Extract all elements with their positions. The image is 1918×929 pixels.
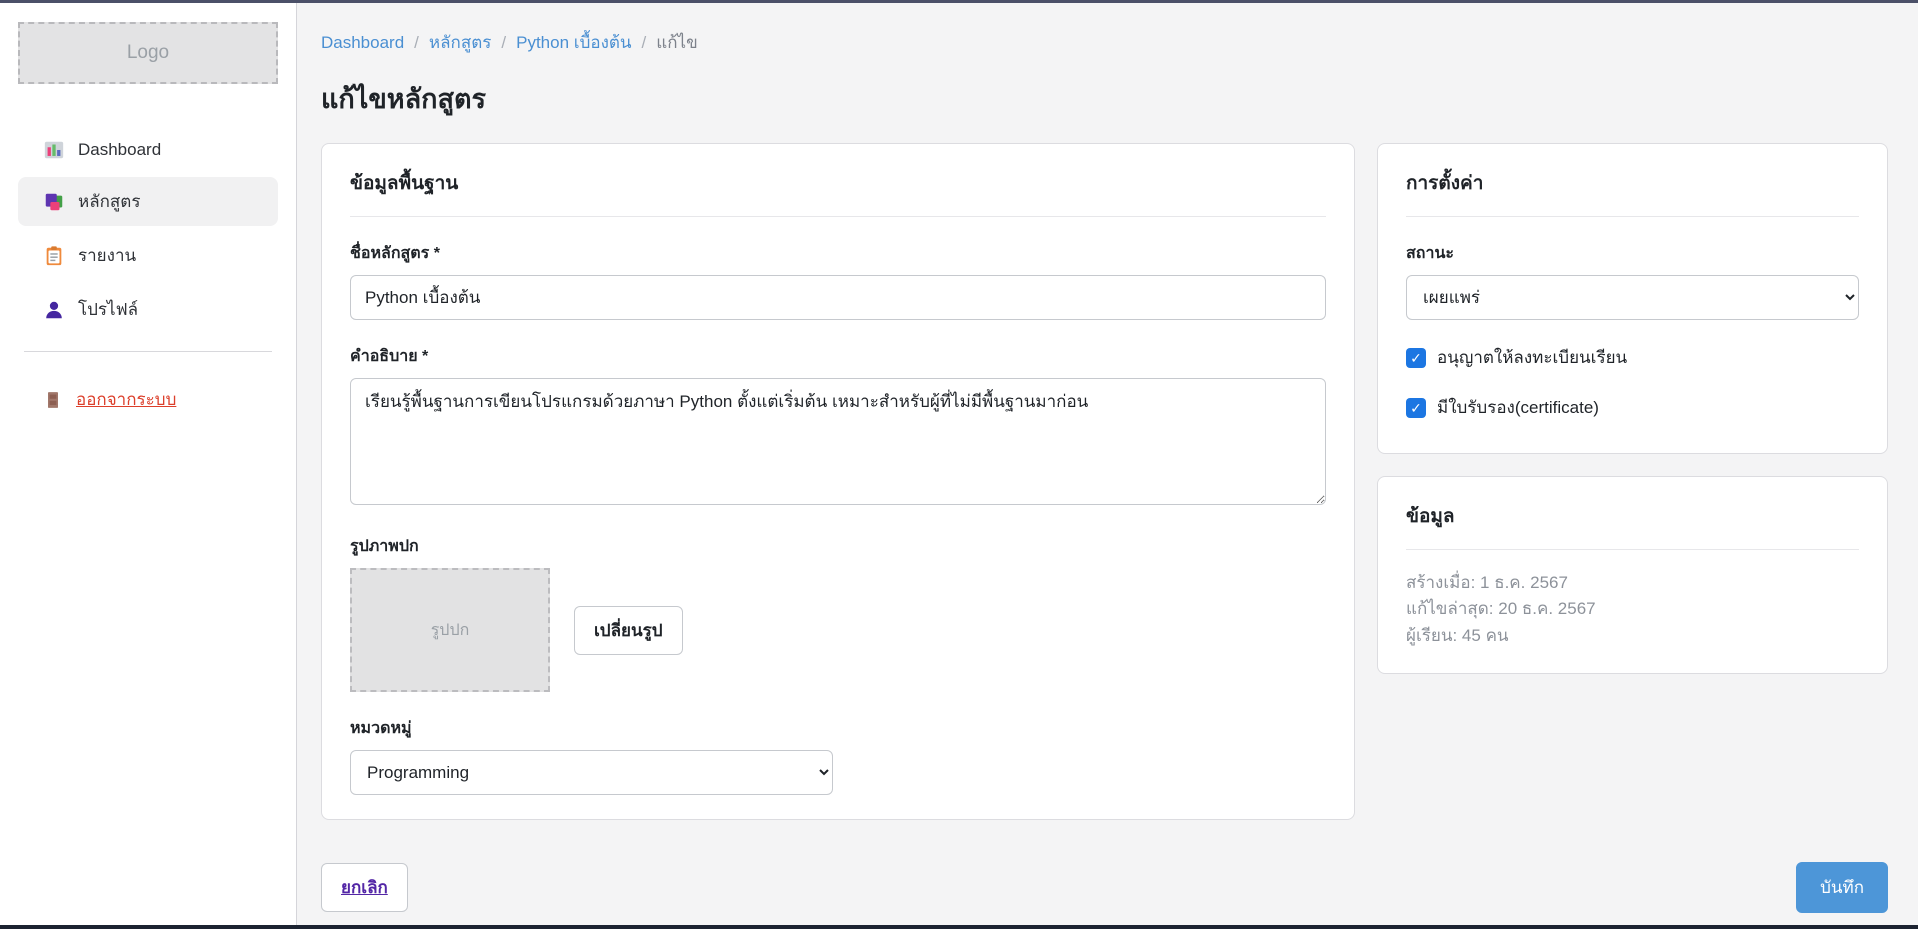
category-select[interactable]: Programming	[350, 750, 833, 795]
content-columns: ข้อมูลพื้นฐาน ชื่อหลักสูตร * คำอธิบาย * …	[321, 143, 1888, 820]
card-divider	[350, 216, 1326, 217]
sidebar-item-courses[interactable]: หลักสูตร	[18, 177, 278, 226]
sidebar-divider	[24, 351, 272, 352]
checkbox-checked-icon[interactable]	[1406, 398, 1426, 418]
logo-placeholder: Logo	[18, 22, 278, 84]
door-icon	[43, 390, 63, 410]
last-edited-text: แก้ไขล่าสุด: 20 ธ.ค. 2567	[1406, 596, 1859, 622]
sidebar-item-profile[interactable]: โปรไฟล์	[18, 285, 278, 334]
sidebar-item-reports[interactable]: รายงาน	[18, 231, 278, 280]
course-name-input[interactable]	[350, 275, 1326, 320]
cover-image-label: รูปภาพปก	[350, 534, 1326, 559]
info-card-title: ข้อมูล	[1406, 501, 1859, 531]
description-field-group: คำอธิบาย * เรียนรู้พื้นฐานการเขียนโปรแกร…	[350, 344, 1326, 510]
books-icon	[43, 191, 65, 213]
breadcrumb-dashboard[interactable]: Dashboard	[321, 33, 404, 53]
save-button[interactable]: บันทึก	[1796, 862, 1888, 913]
settings-card: การตั้งค่า สถานะ เผยแพร่ อนุญาตให้ลงทะเบ…	[1377, 143, 1888, 454]
right-column: การตั้งค่า สถานะ เผยแพร่ อนุญาตให้ลงทะเบ…	[1377, 143, 1888, 674]
sidebar-item-label: หลักสูตร	[78, 188, 140, 215]
card-divider	[1406, 216, 1859, 217]
cover-image-placeholder: รูปปก	[350, 568, 550, 692]
basic-info-card: ข้อมูลพื้นฐาน ชื่อหลักสูตร * คำอธิบาย * …	[321, 143, 1355, 820]
main-content: Dashboard / หลักสูตร / Python เบื้องต้น …	[297, 3, 1918, 925]
form-actions: ยกเลิก บันทึก	[321, 862, 1888, 913]
cover-image-row: รูปปก เปลี่ยนรูป	[350, 568, 1326, 692]
course-name-label: ชื่อหลักสูตร *	[350, 241, 1326, 266]
description-textarea[interactable]: เรียนรู้พื้นฐานการเขียนโปรแกรมด้วยภาษา P…	[350, 378, 1326, 505]
allow-enrollment-label: อนุญาตให้ลงทะเบียนเรียน	[1437, 344, 1627, 371]
breadcrumb: Dashboard / หลักสูตร / Python เบื้องต้น …	[321, 29, 1888, 56]
learner-count-text: ผู้เรียน: 45 คน	[1406, 623, 1859, 649]
cover-image-field-group: รูปภาพปก รูปปก เปลี่ยนรูป	[350, 534, 1326, 692]
breadcrumb-course-name[interactable]: Python เบื้องต้น	[516, 29, 631, 56]
logout-label: ออกจากระบบ	[76, 386, 176, 413]
sidebar-item-dashboard[interactable]: Dashboard	[18, 128, 278, 172]
category-label: หมวดหมู่	[350, 716, 1326, 741]
status-field-group: สถานะ เผยแพร่	[1406, 241, 1859, 320]
breadcrumb-separator: /	[642, 33, 647, 53]
description-label: คำอธิบาย *	[350, 344, 1326, 369]
course-name-field-group: ชื่อหลักสูตร *	[350, 241, 1326, 320]
card-divider	[1406, 549, 1859, 550]
sidebar-item-label: รายงาน	[78, 242, 136, 269]
certificate-label: มีใบรับรอง(certificate)	[1437, 394, 1599, 421]
sidebar-item-label: Dashboard	[78, 140, 161, 160]
sidebar-item-label: โปรไฟล์	[78, 296, 138, 323]
allow-enrollment-checkbox-row[interactable]: อนุญาตให้ลงทะเบียนเรียน	[1406, 344, 1859, 371]
person-icon	[43, 299, 65, 321]
logout-link[interactable]: ออกจากระบบ	[18, 380, 278, 419]
settings-card-title: การตั้งค่า	[1406, 168, 1859, 198]
breadcrumb-separator: /	[414, 33, 419, 53]
checkbox-checked-icon[interactable]	[1406, 348, 1426, 368]
sidebar: Logo Dashboard หลักสูตร	[0, 3, 297, 925]
cover-image-placeholder-text: รูปปก	[431, 618, 470, 643]
basic-info-card-title: ข้อมูลพื้นฐาน	[350, 168, 1326, 198]
change-image-button[interactable]: เปลี่ยนรูป	[574, 606, 683, 655]
created-date-text: สร้างเมื่อ: 1 ธ.ค. 2567	[1406, 570, 1859, 596]
info-card: ข้อมูล สร้างเมื่อ: 1 ธ.ค. 2567 แก้ไขล่าส…	[1377, 476, 1888, 674]
certificate-checkbox-row[interactable]: มีใบรับรอง(certificate)	[1406, 394, 1859, 421]
status-select[interactable]: เผยแพร่	[1406, 275, 1859, 320]
logo-text: Logo	[127, 42, 169, 64]
status-label: สถานะ	[1406, 241, 1859, 266]
page-title: แก้ไขหลักสูตร	[321, 77, 1888, 120]
clipboard-icon	[43, 245, 65, 267]
bar-chart-icon	[43, 139, 65, 161]
cancel-button-label: ยกเลิก	[341, 878, 388, 897]
category-field-group: หมวดหมู่ Programming	[350, 716, 1326, 795]
sidebar-nav: Dashboard หลักสูตร รายงาน	[18, 128, 278, 334]
cancel-button[interactable]: ยกเลิก	[321, 863, 408, 912]
breadcrumb-current: แก้ไข	[656, 29, 697, 56]
breadcrumb-separator: /	[501, 33, 506, 53]
breadcrumb-courses[interactable]: หลักสูตร	[429, 29, 491, 56]
